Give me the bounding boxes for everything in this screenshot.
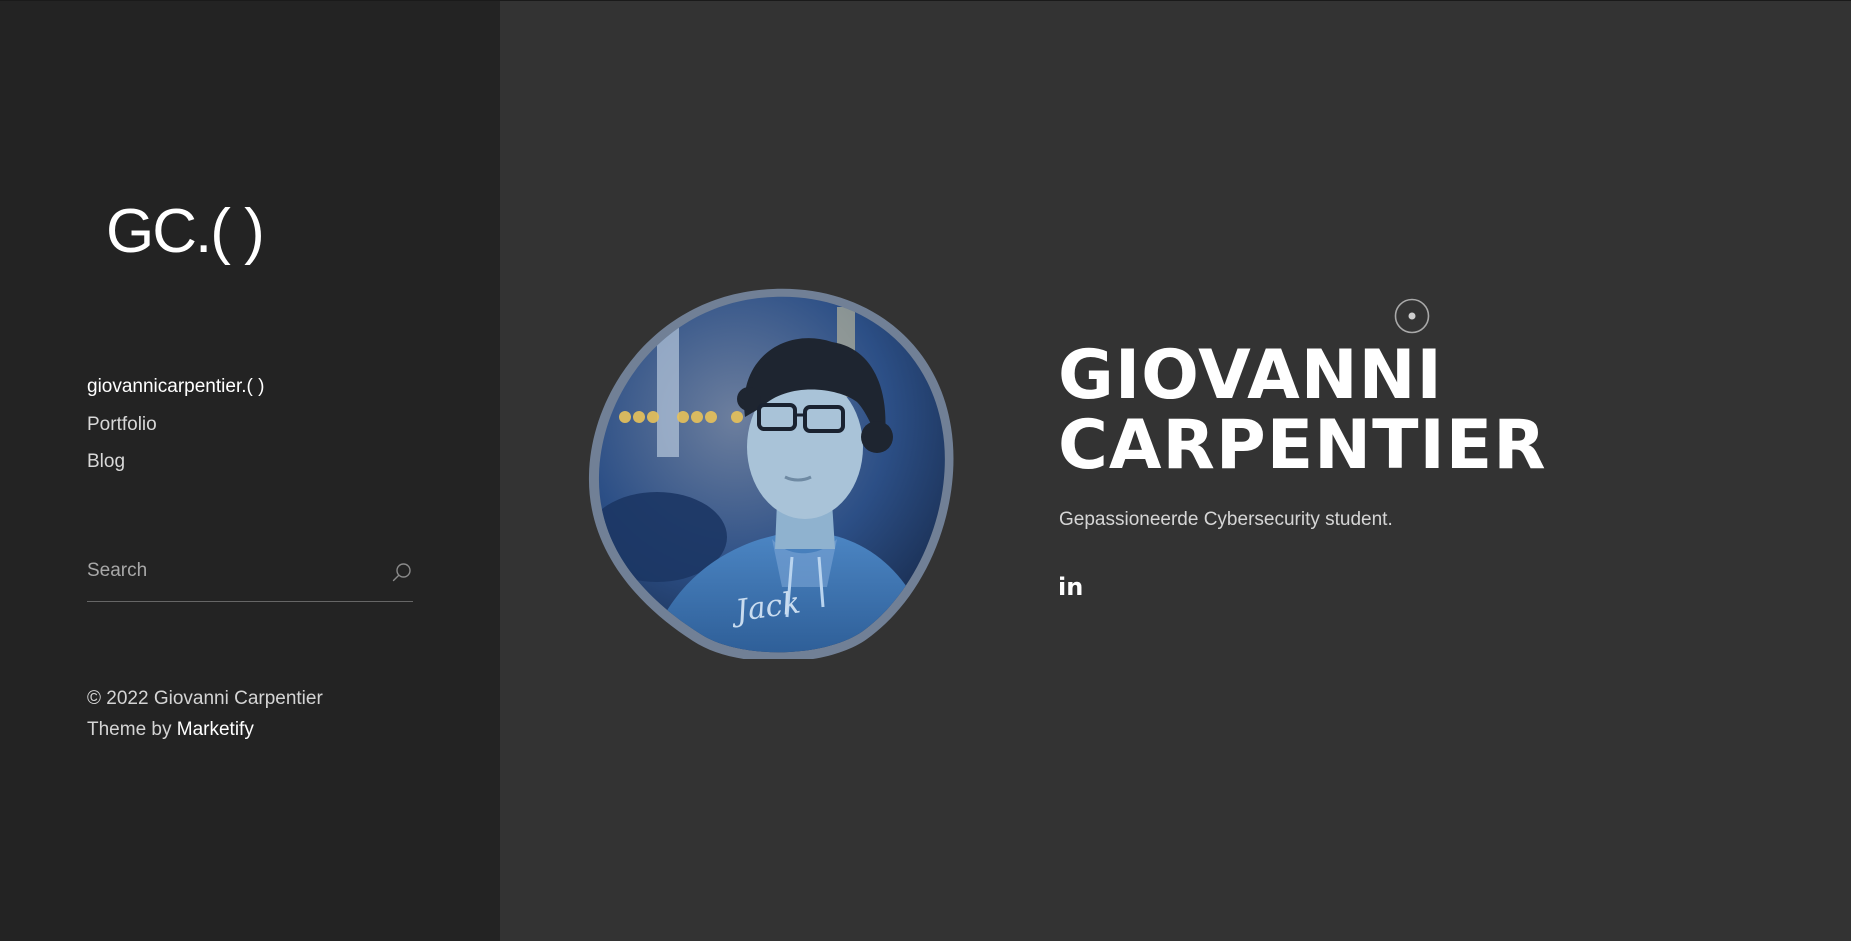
profile-photo: Jack xyxy=(588,288,954,659)
nav-item-portfolio[interactable]: Portfolio xyxy=(87,406,264,444)
sidebar: GC.( ) giovannicarpentier.( ) Portfolio … xyxy=(0,1,500,941)
linkedin-icon[interactable]: in xyxy=(1058,573,1083,601)
theme-credit: Theme by Marketify xyxy=(87,714,323,745)
search-input[interactable] xyxy=(87,555,377,587)
copyright-text: © 2022 Giovanni Carpentier xyxy=(87,688,323,709)
cursor-ring-icon xyxy=(1394,298,1430,334)
main-nav: giovannicarpentier.( ) Portfolio Blog xyxy=(87,368,264,481)
search-icon[interactable] xyxy=(391,561,413,583)
nav-item-home[interactable]: giovannicarpentier.( ) xyxy=(87,368,264,406)
page: GC.( ) giovannicarpentier.( ) Portfolio … xyxy=(0,0,1851,941)
nav-item-blog[interactable]: Blog xyxy=(87,443,264,481)
theme-credit-prefix: Theme by xyxy=(87,719,177,740)
hero-name: GIOVANNI CARPENTIER xyxy=(1058,341,1547,481)
hero-name-line2: CARPENTIER xyxy=(1058,406,1547,485)
hero-name-line1: GIOVANNI xyxy=(1058,336,1443,415)
search-box xyxy=(87,555,413,602)
theme-credit-link[interactable]: Marketify xyxy=(177,719,254,740)
sidebar-footer: © 2022 Giovanni Carpentier Theme by Mark… xyxy=(87,683,323,745)
site-logo[interactable]: GC.( ) xyxy=(106,201,265,263)
hero-tagline: Gepassioneerde Cybersecurity student. xyxy=(1059,509,1393,530)
